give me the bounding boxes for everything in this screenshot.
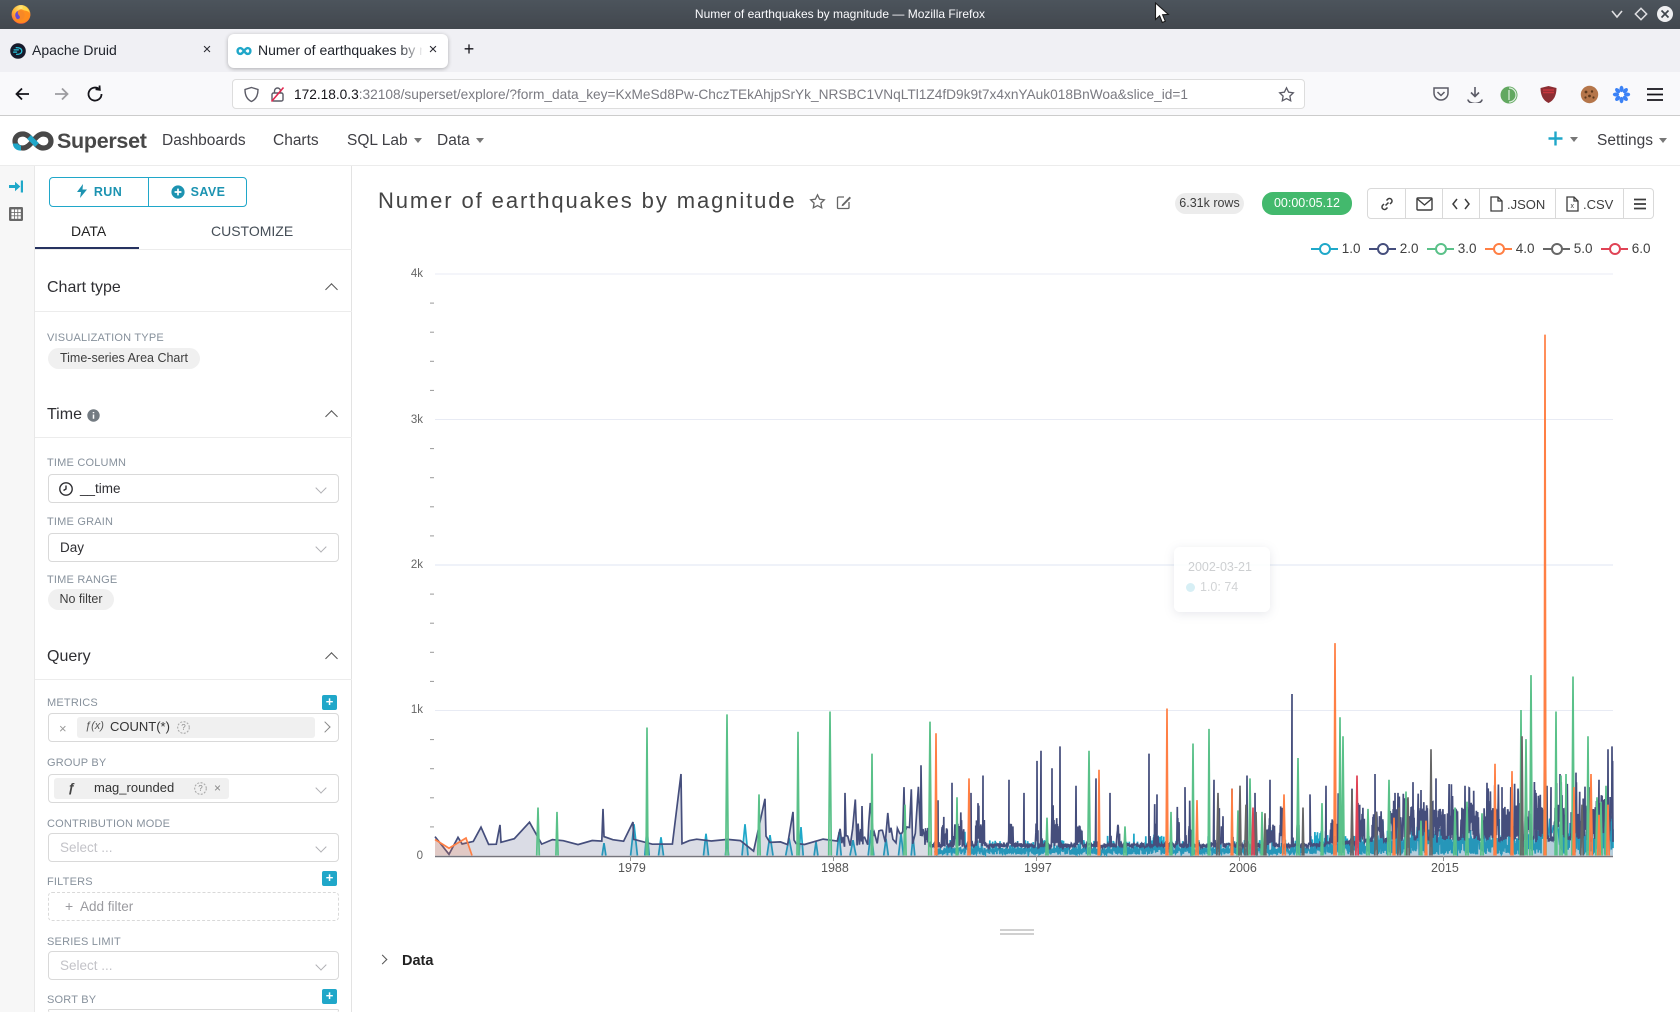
svg-text:?: ? <box>181 723 186 732</box>
svg-text:?: ? <box>198 784 203 793</box>
